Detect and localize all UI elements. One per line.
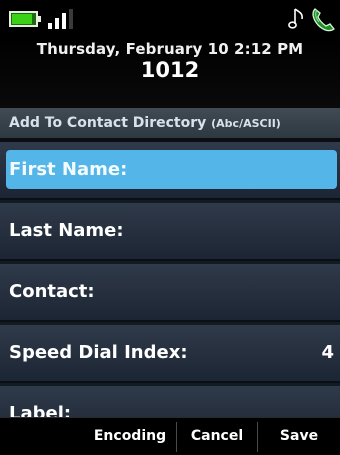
handset-status-icon: [312, 8, 335, 32]
field-label: Last Name:: [9, 220, 124, 241]
screen-title-text: Add To Contact Directory: [9, 115, 207, 131]
screen-title-bar: Add To Contact Directory (Abc/ASCII): [0, 108, 340, 138]
cancel-softkey[interactable]: Cancel: [177, 418, 257, 455]
call-header: Thursday, February 10 2:12 PM 1012 Add T…: [0, 36, 340, 138]
screen-title: Add To Contact Directory (Abc/ASCII): [9, 115, 281, 131]
encoding-tag: (Abc/ASCII): [211, 117, 281, 130]
battery-icon: [9, 11, 38, 27]
softkey-bar: Encoding Cancel Save: [0, 417, 340, 455]
date-time-text: Thursday, February 10 2:12 PM: [36, 40, 304, 58]
field-label: First Name:: [9, 159, 128, 180]
phone-screen: Thursday, February 10 2:12 PM 1012 Add T…: [0, 0, 340, 455]
field-contact[interactable]: Contact:: [0, 264, 340, 322]
battery-level-fill: [12, 14, 32, 24]
signal-icon: [48, 9, 76, 29]
field-first-name[interactable]: First Name:: [0, 142, 340, 200]
signal-bar: [62, 13, 66, 29]
field-label: Speed Dial Index:: [9, 342, 188, 363]
field-label: Label:: [9, 403, 72, 417]
extension-number: 1012: [140, 58, 200, 82]
field-label: Contact:: [9, 281, 95, 302]
signal-bar: [55, 18, 59, 29]
battery-tip: [38, 16, 41, 22]
field-value: 4: [321, 342, 334, 363]
field-label-entry[interactable]: Label:: [0, 386, 340, 417]
save-softkey[interactable]: Save: [258, 418, 340, 455]
signal-bar: [48, 23, 52, 29]
field-speed-dial-index[interactable]: Speed Dial Index: 4: [0, 325, 340, 383]
contact-field-list: First Name: Last Name: Contact: Speed Di…: [0, 142, 340, 417]
ringer-note-icon: [288, 8, 303, 29]
field-last-name[interactable]: Last Name:: [0, 203, 340, 261]
encoding-softkey[interactable]: Encoding: [84, 418, 176, 455]
signal-bar: [69, 9, 73, 29]
status-bar: [0, 0, 340, 36]
